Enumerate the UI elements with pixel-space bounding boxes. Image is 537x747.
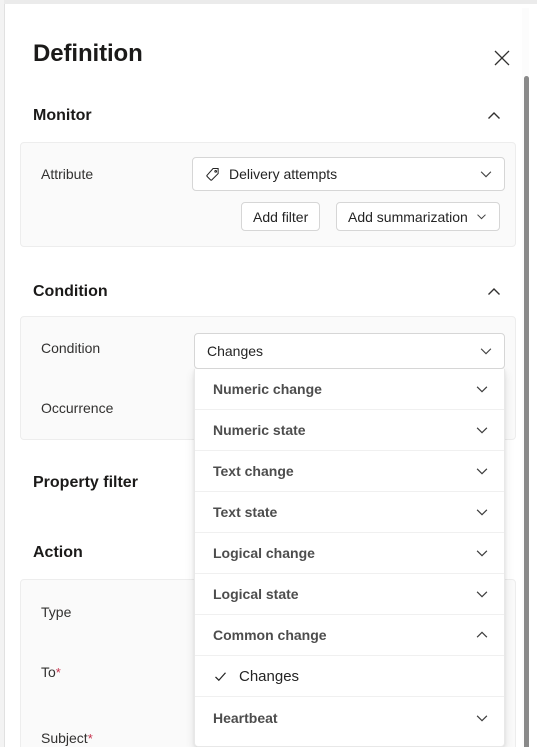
add-filter-button[interactable]: Add filter — [241, 202, 321, 231]
attribute-label: Attribute — [41, 166, 94, 182]
attribute-value: Delivery attempts — [229, 166, 338, 182]
attribute-select[interactable]: Delivery attempts — [192, 157, 505, 191]
dropdown-option-logical-state[interactable]: Logical state — [195, 574, 504, 615]
chevron-down-icon — [474, 463, 490, 479]
add-filter-label: Add filter — [253, 208, 309, 225]
subject-required-marker: * — [87, 731, 93, 746]
subject-label-text: Subject — [41, 730, 88, 746]
chevron-down-icon — [474, 710, 490, 726]
chevron-down-icon — [478, 166, 494, 182]
dropdown-option-label: Common change — [213, 627, 327, 643]
dropdown-option-label: Text state — [213, 504, 278, 520]
dropdown-option-label: Logical change — [213, 545, 315, 561]
condition-field-label: Condition — [41, 340, 101, 356]
dropdown-option-numeric-state[interactable]: Numeric state — [195, 410, 504, 451]
definition-panel: Definition Monitor Attribute Delivery at… — [5, 4, 530, 747]
definition-panel-root: Definition Monitor Attribute Delivery at… — [0, 0, 537, 747]
dropdown-option-common-change[interactable]: Common change — [195, 615, 504, 656]
chevron-up-icon — [485, 283, 503, 301]
to-label-text: To — [41, 664, 56, 680]
monitor-card: Attribute Delivery attempts Add filter A… — [20, 142, 516, 247]
section-label-property-filter: Property filter — [33, 474, 138, 491]
section-header-condition[interactable]: Condition — [33, 277, 503, 307]
section-header-monitor[interactable]: Monitor — [33, 101, 503, 131]
subject-label: Subject* — [41, 730, 93, 746]
condition-dropdown-list: Numeric change Numeric state Text change Te… — [195, 369, 504, 738]
condition-select[interactable]: Changes — [194, 333, 505, 369]
section-label-action: Action — [33, 544, 83, 561]
dropdown-option-label: Logical state — [213, 586, 299, 602]
dropdown-option-heartbeat[interactable]: Heartbeat — [195, 697, 504, 738]
condition-dropdown-menu[interactable]: Numeric change Numeric state Text change Te… — [194, 369, 505, 747]
section-label-condition: Condition — [33, 283, 108, 300]
condition-value: Changes — [207, 343, 264, 359]
add-summarization-button[interactable]: Add summarization — [336, 202, 500, 231]
tag-icon — [205, 167, 220, 182]
chevron-up-icon — [485, 107, 503, 125]
page-title: Definition — [33, 40, 143, 67]
chevron-down-icon — [474, 545, 490, 561]
dropdown-option-label: Heartbeat — [213, 709, 278, 726]
to-required-marker: * — [55, 665, 61, 680]
dropdown-option-label: Numeric change — [213, 381, 322, 397]
to-label: To* — [41, 664, 61, 680]
dropdown-option-label: Numeric state — [213, 422, 306, 438]
dropdown-option-logical-change[interactable]: Logical change — [195, 533, 504, 574]
dropdown-option-numeric-change[interactable]: Numeric change — [195, 369, 504, 410]
chevron-down-icon — [474, 504, 490, 520]
occurrence-label: Occurrence — [41, 400, 114, 416]
chevron-up-icon — [474, 627, 490, 643]
dropdown-option-text-state[interactable]: Text state — [195, 492, 504, 533]
check-icon — [213, 669, 235, 684]
add-summarization-label: Add summarization — [348, 208, 468, 225]
type-label: Type — [41, 604, 72, 620]
close-icon[interactable] — [486, 42, 518, 74]
chevron-down-icon — [474, 586, 490, 602]
chevron-down-icon — [478, 343, 494, 359]
section-label-monitor: Monitor — [33, 107, 92, 124]
chevron-down-icon — [474, 381, 490, 397]
dropdown-option-text-change[interactable]: Text change — [195, 451, 504, 492]
chevron-down-icon — [474, 422, 490, 438]
chevron-down-icon — [475, 210, 488, 223]
dropdown-option-changes[interactable]: Changes — [195, 656, 504, 697]
dropdown-option-label: Text change — [213, 463, 294, 479]
panel-scrollbar-thumb[interactable] — [524, 76, 529, 747]
dropdown-option-label: Changes — [239, 667, 300, 685]
